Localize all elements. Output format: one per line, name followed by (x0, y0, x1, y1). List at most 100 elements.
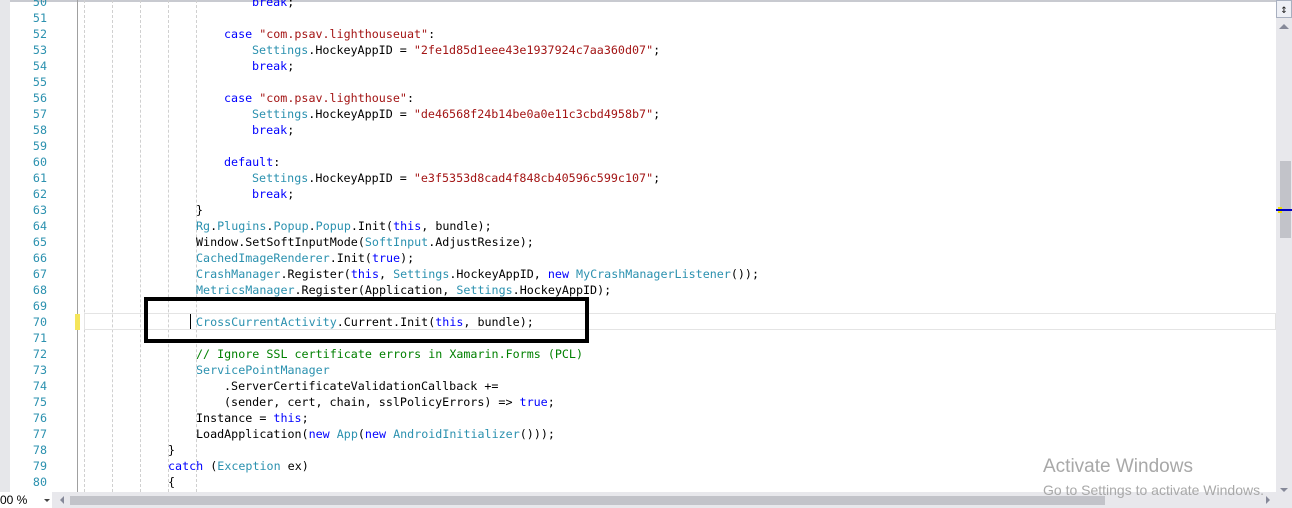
line-number-gutter: 50 51 52 53 54 55 56 57 58 59 60 61 62 63 64 65 66 67 68 69… (10, 0, 80, 492)
line-number: 57 (32, 107, 47, 121)
code-token: ; (287, 59, 295, 73)
code-line[interactable]: LoadApplication(new App(new AndroidIniti… (196, 426, 555, 442)
chevron-down-icon[interactable] (44, 499, 50, 502)
code-token: "com.psav.lighthouseuat" (259, 27, 429, 41)
code-token: Window.SetSoftInputMode( (196, 235, 365, 249)
code-line[interactable]: Settings.HockeyAppID = "de46568f24b14be0… (252, 106, 660, 122)
code-line[interactable]: CachedImageRenderer.Init(true); (196, 250, 414, 266)
code-line[interactable]: break; (252, 58, 294, 74)
line-number: 53 (32, 43, 47, 57)
line-number: 66 (32, 251, 47, 265)
code-line[interactable]: } (168, 442, 175, 458)
scroll-right-arrow-icon[interactable] (1266, 496, 1270, 504)
code-token: break (252, 123, 288, 137)
line-number: 74 (32, 379, 47, 393)
line-number: 54 (32, 59, 47, 73)
code-token: ; (287, 187, 295, 201)
code-line[interactable]: } (196, 202, 203, 218)
code-token: App (336, 427, 358, 441)
code-line[interactable]: break; (252, 186, 294, 202)
code-line[interactable]: // Ignore SSL certificate errors in Xama… (196, 346, 583, 362)
code-token: case (224, 27, 260, 41)
line-number: 60 (32, 155, 47, 169)
code-token: Settings (393, 267, 450, 281)
code-token: MetricsManager (196, 283, 295, 297)
code-token: "com.psav.lighthouse" (259, 91, 407, 105)
line-number: 73 (32, 363, 47, 377)
code-token: , bundle); (421, 219, 492, 233)
indent-guide (84, 0, 85, 492)
code-token: break (252, 0, 288, 9)
code-token: default (224, 155, 274, 169)
code-token: ; (301, 411, 309, 425)
split-window-icon[interactable]: ↕ (1276, 0, 1292, 18)
line-number: 68 (32, 283, 47, 297)
code-token: ServicePointManager (196, 363, 330, 377)
code-token: LoadApplication( (196, 427, 309, 441)
code-line[interactable]: (sender, cert, chain, sslPolicyErrors) =… (224, 394, 555, 410)
scroll-up-arrow-icon[interactable] (1279, 24, 1289, 29)
code-line[interactable]: default: (224, 154, 280, 170)
code-line[interactable]: Settings.HockeyAppID = "e3f5353d8cad4f84… (252, 170, 660, 186)
code-token: .Init( (329, 251, 372, 265)
code-token: Popup (273, 219, 309, 233)
line-number: 55 (32, 75, 47, 89)
code-token: Instance = (196, 411, 274, 425)
code-token: Settings (456, 283, 513, 297)
code-line[interactable]: Rg.Plugins.Popup.Popup.Init(this, bundle… (196, 218, 492, 234)
line-number: 50 (32, 0, 47, 9)
code-line[interactable]: break; (252, 0, 294, 10)
line-number: 62 (32, 187, 47, 201)
code-token: "de46568f24b14be0a0e11c3cbd4958b7" (413, 107, 654, 121)
code-token: new (308, 427, 337, 441)
code-token: ex) (280, 459, 309, 473)
indent-guide (168, 0, 169, 492)
line-number: 63 (32, 203, 47, 217)
scroll-left-arrow-icon[interactable] (60, 496, 64, 504)
line-number: 65 (32, 235, 47, 249)
code-line[interactable]: Instance = this; (196, 410, 309, 426)
code-line[interactable]: CrashManager.Register(this, Settings.Hoc… (196, 266, 759, 282)
code-token: Settings (252, 43, 309, 57)
code-editor[interactable]: break; case "com.psav.lighthouseuat": Sett… (79, 0, 1276, 492)
line-number: 64 (32, 219, 47, 233)
code-token: MyCrashManagerListener (576, 267, 731, 281)
code-token: .HockeyAppID = (308, 43, 414, 57)
code-token: catch (168, 459, 211, 473)
zoom-level-select[interactable]: 00 % (0, 492, 52, 508)
code-line[interactable]: ServicePointManager (196, 362, 330, 378)
code-line[interactable]: case "com.psav.lighthouse": (224, 90, 414, 106)
code-token: ; (547, 395, 555, 409)
line-number: 71 (32, 331, 47, 345)
code-token: this (393, 219, 422, 233)
code-token: } (196, 203, 204, 217)
code-line[interactable]: case "com.psav.lighthouseuat": (224, 26, 435, 42)
code-line[interactable]: Settings.HockeyAppID = "2fe1d85d1eee43e1… (252, 42, 660, 58)
code-token: .Init( (350, 219, 394, 233)
line-number: 78 (32, 443, 47, 457)
code-token: this (273, 411, 302, 425)
horizontal-scroll-thumb[interactable] (70, 496, 1105, 505)
code-token: CachedImageRenderer (196, 251, 330, 265)
vertical-scrollbar[interactable]: ↕ (1276, 0, 1292, 492)
code-token: ; (287, 123, 295, 137)
line-number: 52 (32, 27, 47, 41)
bottom-bar: 00 % (0, 492, 1292, 508)
code-line[interactable]: MetricsManager.Register(Application, Set… (196, 282, 611, 298)
code-line[interactable]: break; (252, 122, 294, 138)
code-token: Rg (196, 219, 211, 233)
vertical-scroll-thumb[interactable] (1280, 161, 1291, 238)
code-token: true (519, 395, 548, 409)
code-token: Exception (217, 459, 281, 473)
code-token: ; (287, 0, 295, 9)
code-line[interactable]: .ServerCertificateValidationCallback += (224, 378, 498, 394)
line-number: 59 (32, 139, 47, 153)
code-line[interactable]: { (168, 474, 175, 490)
code-line[interactable]: Window.SetSoftInputMode(SoftInput.Adjust… (196, 234, 534, 250)
indent-guide (140, 0, 141, 492)
code-line[interactable]: catch (Exception ex) (168, 458, 309, 474)
code-token: } (168, 443, 176, 457)
code-token: ( (357, 427, 365, 441)
code-token: .HockeyAppID, (449, 267, 548, 281)
code-token: . (308, 219, 316, 233)
